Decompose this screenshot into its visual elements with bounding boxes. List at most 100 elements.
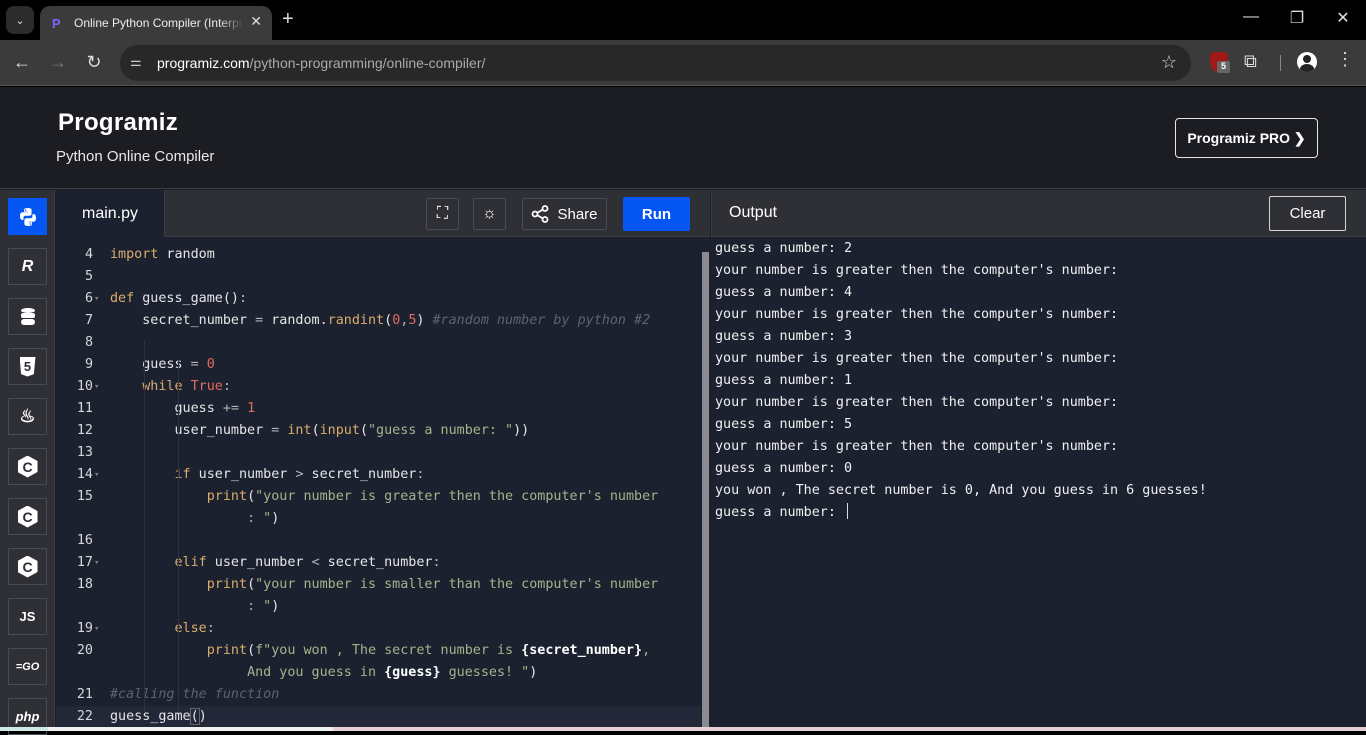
lang-java-button[interactable]: ♨ — [8, 398, 47, 435]
lang-python-button[interactable] — [8, 198, 47, 235]
code-line[interactable]: 20 print(f"you won , The secret number i… — [56, 640, 701, 662]
code-line[interactable]: 14 ▾ if user_number > secret_number: — [56, 464, 701, 486]
lang-csharp-button[interactable]: C — [8, 548, 47, 585]
restore-button[interactable]: ❐ — [1274, 8, 1320, 28]
code-line[interactable]: : ") — [56, 596, 701, 618]
site-info-icon[interactable]: ⚌ — [130, 54, 142, 70]
cpp-icon: C — [17, 505, 38, 528]
ublock-extension-icon[interactable]: 5 — [1210, 52, 1230, 73]
output-line: your number is greater then the computer… — [715, 307, 1119, 322]
lang-html-button[interactable]: 5 — [8, 348, 47, 385]
input-cursor[interactable] — [847, 503, 848, 519]
code-text: print("your number is greater then the c… — [206, 489, 659, 504]
close-window-button[interactable]: ✕ — [1320, 8, 1366, 28]
fullscreen-button[interactable]: ⛶ — [426, 198, 459, 230]
tab-search-button[interactable]: ⌄ — [6, 6, 34, 34]
indent-guide — [144, 360, 145, 712]
forward-button[interactable]: → — [46, 52, 70, 73]
editor-scrollbar[interactable] — [701, 238, 710, 731]
minimize-button[interactable]: — — [1228, 8, 1274, 26]
code-text: #calling the function — [110, 687, 280, 702]
code-text: def guess_game(): — [110, 291, 248, 306]
fold-toggle-icon[interactable]: ▾ — [94, 464, 99, 486]
reload-icon: ↻ — [86, 52, 102, 72]
lang-c-button[interactable]: C — [8, 448, 47, 485]
lang-cpp-button[interactable]: C — [8, 498, 47, 535]
lang-go-button[interactable]: =GO — [8, 648, 47, 685]
reload-button[interactable]: ↻ — [82, 52, 106, 73]
code-line[interactable]: : ") — [56, 508, 701, 530]
file-tab-main[interactable]: main.py — [56, 190, 165, 237]
fold-toggle-icon[interactable]: ▾ — [94, 288, 99, 310]
code-text: print(f"you won , The secret number is {… — [206, 643, 651, 658]
code-line[interactable]: 21 #calling the function — [56, 684, 701, 706]
clear-button[interactable]: Clear — [1269, 196, 1346, 231]
output-line: guess a number: 3 — [715, 329, 853, 344]
editor-scrollbar-thumb[interactable] — [702, 252, 709, 731]
fold-toggle-icon[interactable]: ▾ — [94, 552, 99, 574]
url-text[interactable]: programiz.com/python-programming/online-… — [157, 55, 485, 71]
code-line[interactable]: 12 user_number = int(input("guess a numb… — [56, 420, 701, 442]
programiz-pro-button[interactable]: Programiz PRO ❯ — [1175, 118, 1318, 158]
code-line[interactable]: And you guess in {guess} guesses! ") — [56, 662, 701, 684]
browser-menu-icon[interactable]: ⋮ — [1336, 49, 1354, 70]
output-line: your number is greater then the computer… — [715, 351, 1119, 366]
lang-r-button[interactable]: R — [8, 248, 47, 285]
output-line: guess a number: 4 — [715, 285, 853, 300]
code-line[interactable]: 11 guess += 1 — [56, 398, 701, 420]
browser-tab[interactable]: P Online Python Compiler (Interpreter) ✕ — [40, 6, 272, 40]
language-sidebar: R 5 ♨ C C C JS =GO php — [0, 190, 55, 735]
code-line[interactable]: 9 guess = 0 — [56, 354, 701, 376]
extensions-puzzle-icon[interactable]: ⧉ — [1244, 51, 1257, 72]
code-line[interactable]: 7 secret_number = random.randint(0,5) #r… — [56, 310, 701, 332]
code-editor[interactable]: 4 import random 5 6 ▾ def guess_game(): 7 secr… — [56, 238, 701, 731]
line-number: 6 — [84, 291, 93, 306]
extension-badge: 5 — [1217, 61, 1230, 73]
profile-avatar-icon[interactable] — [1297, 52, 1317, 72]
bookmark-star-icon[interactable]: ☆ — [1161, 52, 1177, 73]
url-domain: programiz.com — [157, 55, 250, 71]
lang-sql-button[interactable] — [8, 298, 47, 335]
line-number: 14 — [76, 467, 93, 482]
code-line[interactable]: 18 print("your number is smaller than th… — [56, 574, 701, 596]
arrow-left-icon: ← — [13, 52, 31, 72]
run-button[interactable]: Run — [623, 197, 690, 231]
code-line[interactable]: 15 print("your number is greater then th… — [56, 486, 701, 508]
share-button[interactable]: Share — [522, 198, 607, 230]
new-tab-button[interactable]: + — [282, 8, 294, 31]
line-number: 13 — [76, 445, 93, 460]
code-line[interactable]: 4 import random — [56, 244, 701, 266]
line-number: 7 — [84, 313, 93, 328]
lang-javascript-button[interactable]: JS — [8, 598, 47, 635]
code-line[interactable]: 16 — [56, 530, 701, 552]
restore-icon: ❐ — [1289, 10, 1305, 27]
code-line[interactable]: 5 — [56, 266, 701, 288]
code-text: And you guess in {guess} guesses! ") — [247, 665, 538, 680]
code-line[interactable]: 8 — [56, 332, 701, 354]
line-number: 17 — [76, 555, 93, 570]
output-console[interactable]: guess a number: 2 your number is greater … — [711, 238, 1366, 731]
code-line[interactable]: 22 guess_game() — [56, 706, 701, 728]
back-button[interactable]: ← — [10, 52, 34, 73]
site-header: Programiz Python Online Compiler Program… — [0, 87, 1366, 189]
close-tab-icon[interactable]: ✕ — [250, 13, 262, 30]
fullscreen-icon: ⛶ — [436, 205, 449, 222]
share-icon — [532, 205, 549, 223]
arrow-right-icon: → — [49, 52, 67, 72]
code-line[interactable]: 13 — [56, 442, 701, 464]
chevron-down-icon: ⌄ — [15, 14, 25, 27]
code-line[interactable]: 10 ▾ while True: — [56, 376, 701, 398]
indent-guide — [178, 360, 179, 712]
theme-toggle-button[interactable]: ☼ — [473, 198, 506, 230]
output-line: your number is greater then the computer… — [715, 395, 1119, 410]
line-number: 8 — [84, 335, 93, 350]
fold-toggle-icon[interactable]: ▾ — [94, 618, 99, 640]
code-line[interactable]: 6 ▾ def guess_game(): — [56, 288, 701, 310]
code-line[interactable]: 17 ▾ elif user_number < secret_number: — [56, 552, 701, 574]
fold-toggle-icon[interactable]: ▾ — [94, 376, 99, 398]
address-bar[interactable]: ⚌ programiz.com/python-programming/onlin… — [120, 45, 1191, 81]
c-icon: C — [17, 455, 38, 478]
code-line[interactable]: 19 ▾ else: — [56, 618, 701, 640]
output-line: you won , The secret number is 0, And yo… — [715, 483, 1207, 498]
programiz-logo[interactable]: Programiz — [58, 109, 178, 137]
